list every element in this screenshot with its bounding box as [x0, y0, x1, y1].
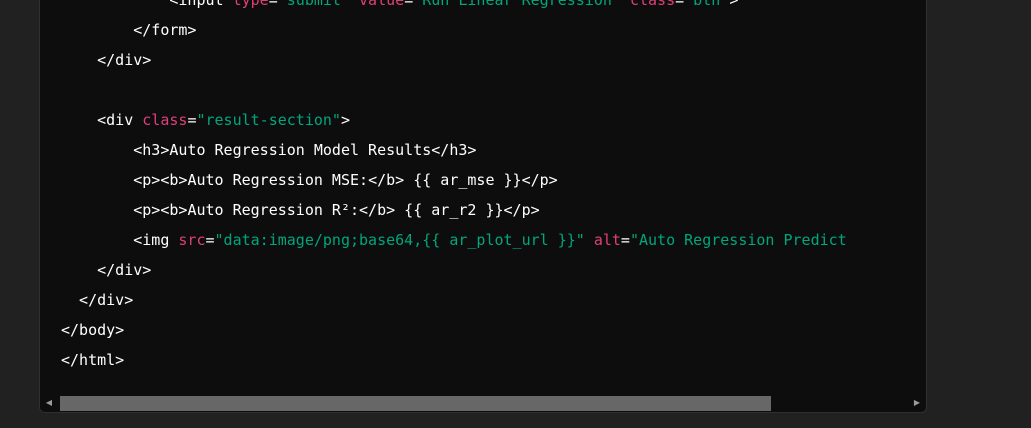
code-token-str: "Auto Regression Predict [629, 231, 847, 249]
code-token-text: Auto Regression Model Results [169, 141, 432, 159]
code-token-tag: </body> [61, 321, 125, 339]
code-token-str: "result-section" [196, 111, 341, 129]
code-token-str: "Run Linear Regression" [413, 0, 621, 9]
code-token-text: {{ ar_r2 }} [395, 201, 504, 219]
code-token-text: Auto Regression R²: [187, 201, 360, 219]
code-token-tag: </div> [61, 51, 152, 69]
code-token-attr: value [359, 0, 405, 9]
code-token-attr: alt [593, 231, 621, 249]
code-block: <input type="submit" value="Run Linear R… [39, 0, 927, 413]
code-line: <h3>Auto Regression Model Results</h3> [61, 135, 847, 165]
code-token-text: {{ ar_mse }} [404, 171, 522, 189]
code-line: <input type="submit" value="Run Linear R… [61, 0, 847, 15]
code-token-tag: <p><b> [61, 171, 188, 189]
code-line: </div> [61, 255, 847, 285]
code-line: </div> [61, 285, 847, 315]
code-token-tag: <div [61, 111, 143, 129]
code-token-tag: </form> [61, 21, 197, 39]
code-token-tag: = [620, 231, 630, 249]
code-scroll-area[interactable]: <input type="submit" value="Run Linear R… [40, 0, 926, 394]
code-token-str: "data:image/png;base64,{{ ar_plot_url }}… [214, 231, 585, 249]
code-token-tag: = [205, 231, 215, 249]
code-token-tag: <p><b> [61, 201, 188, 219]
code-line: </body> [61, 315, 847, 345]
scroll-right-arrow-icon[interactable]: ▶ [912, 398, 922, 408]
code-line: </html> [61, 345, 847, 375]
code-token-tag: </p> [503, 201, 540, 219]
code-token-tag: = [675, 0, 685, 9]
code-token-tag: </div> [61, 261, 152, 279]
page: <input type="submit" value="Run Linear R… [0, 0, 1031, 428]
code-line: <div class="result-section"> [61, 105, 847, 135]
code-token-tag: > [729, 0, 739, 9]
code-token-tag: <img [61, 231, 179, 249]
code-token-attr: type [232, 0, 269, 9]
code-line: <p><b>Auto Regression R²:</b> {{ ar_r2 }… [61, 195, 847, 225]
code-token-attr: class [629, 0, 676, 9]
code-token-tag: </b> [359, 201, 396, 219]
code-token-str: "submit" [277, 0, 350, 9]
code-token-tag: </html> [61, 351, 125, 369]
code-token-attr: src [178, 231, 206, 249]
code-token-tag: = [404, 0, 414, 9]
code-token-attr: class [142, 111, 188, 129]
scroll-thumb[interactable] [60, 396, 771, 411]
code-token-tag: <input [61, 0, 233, 9]
code-line: <p><b>Auto Regression MSE:</b> {{ ar_mse… [61, 165, 847, 195]
code-token-tag: > [340, 111, 350, 129]
code-token-tag: = [268, 0, 278, 9]
scroll-track[interactable] [60, 396, 906, 411]
code-token-text: Auto Regression MSE: [187, 171, 369, 189]
code-token-tag: </h3> [431, 141, 477, 159]
code-line: </form> [61, 15, 847, 45]
code-token-tag: <h3> [61, 141, 170, 159]
code-token-tag [621, 0, 630, 9]
code-token-tag [350, 0, 359, 9]
horizontal-scrollbar[interactable]: ◀ ▶ [40, 394, 926, 412]
code-token-tag: </p> [521, 171, 558, 189]
code-token-tag [585, 231, 594, 249]
code-token-str: "btn" [684, 0, 730, 9]
code-token-tag: </b> [368, 171, 405, 189]
code-line: <img src="data:image/png;base64,{{ ar_pl… [61, 225, 847, 255]
code-token-tag: </div> [61, 291, 134, 309]
scroll-left-arrow-icon[interactable]: ◀ [44, 398, 54, 408]
code-line: </div> [61, 45, 847, 75]
code-lines: <input type="submit" value="Run Linear R… [61, 0, 847, 375]
